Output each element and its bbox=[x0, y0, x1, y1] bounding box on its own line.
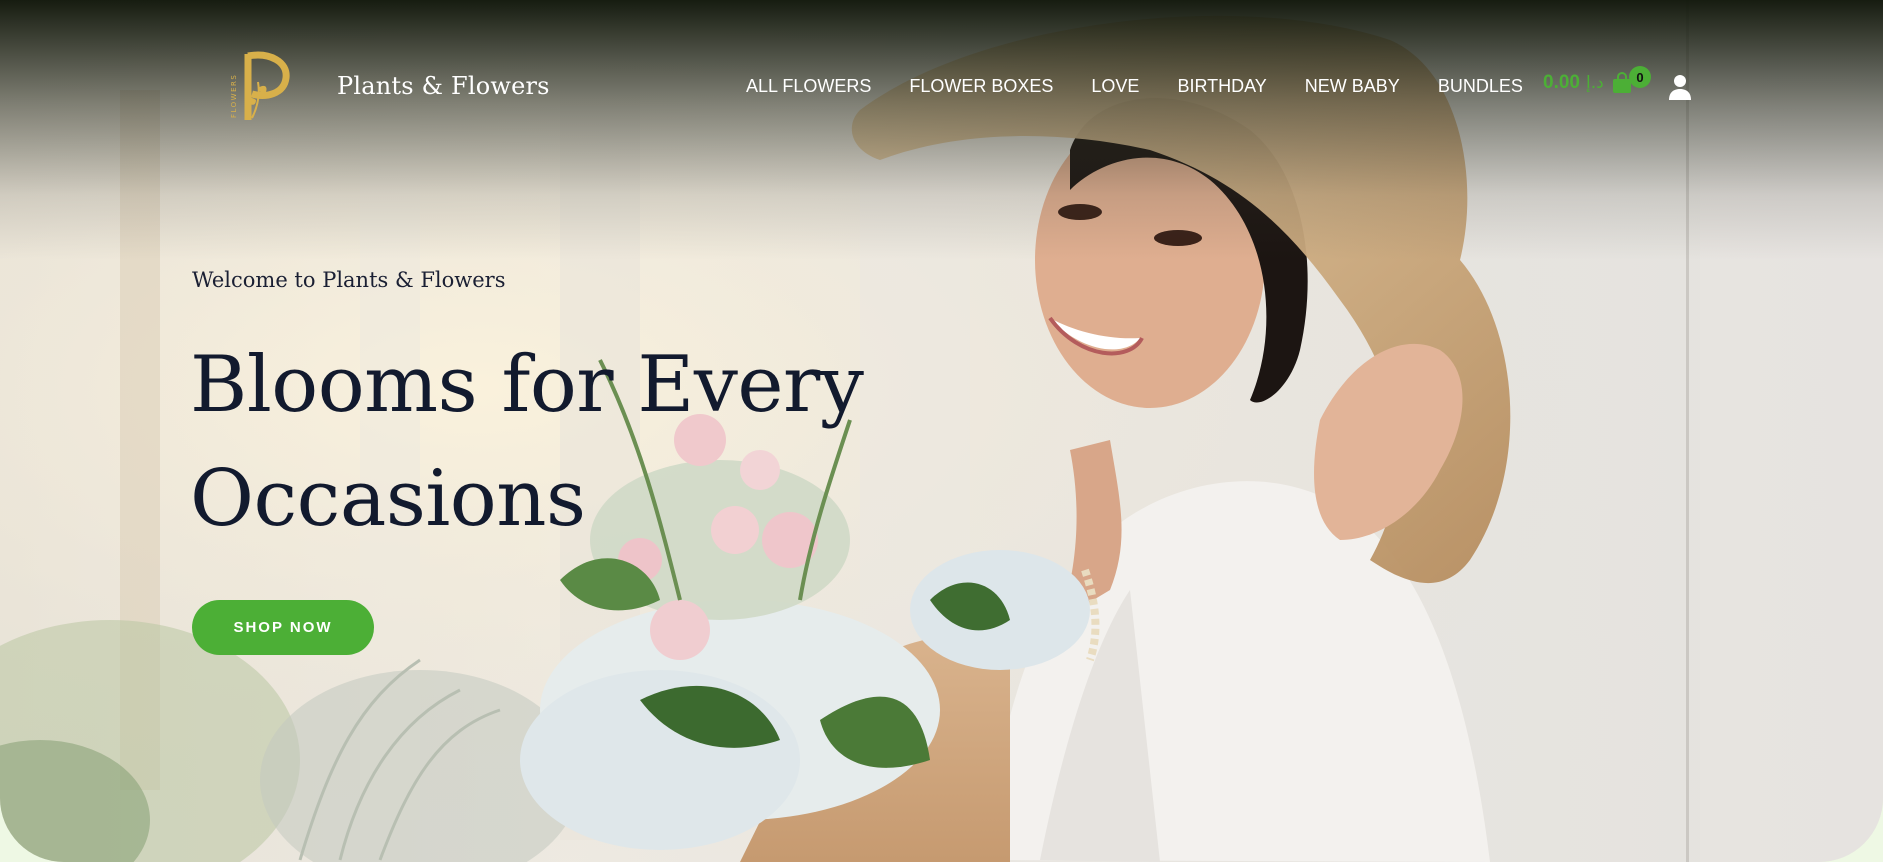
nav-item-all-flowers[interactable]: ALL FLOWERS bbox=[746, 76, 871, 97]
brand-name[interactable]: Plants & Flowers bbox=[337, 72, 550, 100]
hero-headline: Blooms for Every Occasions bbox=[190, 328, 910, 556]
logo-p-icon: FLOWERS bbox=[230, 51, 290, 120]
shop-now-button[interactable]: SHOP NOW bbox=[192, 600, 374, 655]
svg-text:FLOWERS: FLOWERS bbox=[230, 74, 238, 118]
hero-headline-line-2: Occasions bbox=[190, 454, 586, 544]
nav-item-birthday[interactable]: BIRTHDAY bbox=[1177, 76, 1266, 97]
site-header: FLOWERS Plants & Flowers ALL FLOWERS FLO… bbox=[0, 0, 1883, 180]
main-navigation: ALL FLOWERS FLOWER BOXES LOVE BIRTHDAY N… bbox=[746, 76, 1561, 97]
nav-item-bundles[interactable]: BUNDLES bbox=[1438, 76, 1523, 97]
cart-button[interactable]: 0.00 د.إ bbox=[1543, 71, 1634, 94]
brand-logo[interactable]: FLOWERS bbox=[230, 48, 290, 126]
nav-item-love[interactable]: LOVE bbox=[1091, 76, 1139, 97]
hero-banner: FLOWERS Plants & Flowers ALL FLOWERS FLO… bbox=[0, 0, 1883, 862]
user-account-icon[interactable] bbox=[1668, 74, 1692, 102]
nav-item-new-baby[interactable]: NEW BABY bbox=[1305, 76, 1400, 97]
cart-total-amount: 0.00 bbox=[1543, 72, 1580, 93]
cart-count-badge: 0 bbox=[1629, 66, 1651, 88]
hero-headline-line-1: Blooms for Every bbox=[190, 340, 864, 430]
cart-currency: د.إ bbox=[1585, 73, 1604, 93]
nav-item-flower-boxes[interactable]: FLOWER BOXES bbox=[909, 76, 1053, 97]
hero-welcome-text: Welcome to Plants & Flowers bbox=[192, 268, 506, 292]
